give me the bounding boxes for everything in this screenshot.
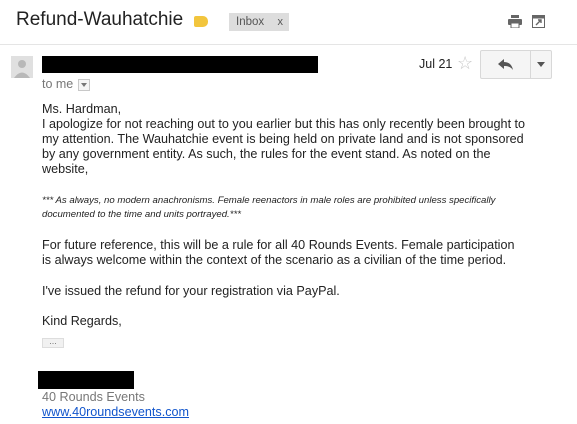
remove-label-button[interactable]: x bbox=[278, 13, 284, 31]
greeting: Ms. Hardman, bbox=[42, 102, 122, 116]
body-line: For future reference, this will be a rul… bbox=[42, 238, 515, 252]
body-line: I've issued the refund for your registra… bbox=[42, 284, 340, 298]
rule-quote: documented to the time and units portray… bbox=[42, 209, 241, 220]
email-subject: Refund-Wauhatchie bbox=[16, 9, 184, 30]
open-new-window-icon[interactable] bbox=[532, 15, 545, 28]
body-line: my attention. The Wauhatchie event is be… bbox=[42, 132, 524, 146]
signature-organization: 40 Rounds Events bbox=[42, 390, 145, 404]
important-label-icon[interactable] bbox=[194, 16, 208, 27]
message-date: Jul 21 bbox=[419, 57, 453, 71]
header-divider bbox=[0, 44, 577, 45]
reply-arrow-icon bbox=[498, 59, 513, 70]
sender-avatar[interactable] bbox=[11, 56, 33, 78]
sender-name-redacted bbox=[42, 56, 318, 73]
reply-button[interactable] bbox=[481, 51, 530, 78]
show-details-button[interactable] bbox=[78, 79, 90, 91]
inbox-label-chip: Inbox x bbox=[229, 13, 289, 31]
body-line: by any government entity. As such, the r… bbox=[42, 147, 491, 161]
body-line: I apologize for not reaching out to you … bbox=[42, 117, 526, 131]
signature-website-link[interactable]: www.40roundsevents.com bbox=[42, 405, 189, 419]
signature-name-redacted bbox=[38, 371, 134, 389]
show-trimmed-content-button[interactable]: ... bbox=[42, 337, 64, 348]
body-line: is always welcome within the context of … bbox=[42, 253, 507, 267]
printer-icon[interactable] bbox=[508, 15, 522, 28]
star-icon[interactable]: ☆ bbox=[457, 53, 473, 73]
rule-quote: *** As always, no modern anachronisms. F… bbox=[42, 195, 496, 206]
more-options-button[interactable] bbox=[531, 51, 551, 78]
body-line: website, bbox=[42, 162, 89, 176]
closing: Kind Regards, bbox=[42, 314, 122, 328]
chevron-down-icon bbox=[537, 62, 545, 67]
reply-button-group bbox=[480, 50, 552, 79]
chevron-down-icon bbox=[81, 83, 87, 87]
inbox-label-text: Inbox bbox=[236, 16, 265, 28]
recipient-line: to me bbox=[42, 77, 74, 91]
